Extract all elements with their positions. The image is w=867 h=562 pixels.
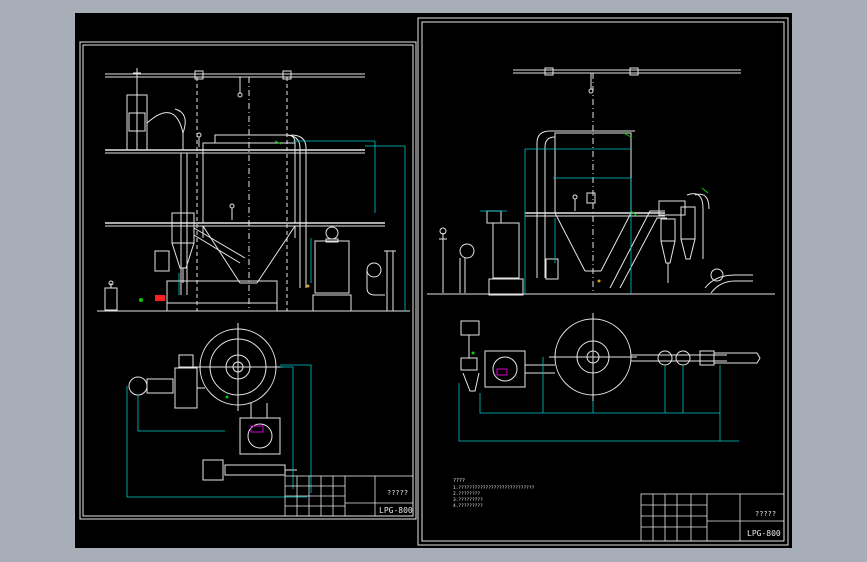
right-elevation-view [427,67,775,296]
cad-drawing: ????? LPG-800 ???? 1.???????????????????… [79,17,789,546]
notes-line-2: 2.???????? [453,491,480,497]
drawing-canvas: ????? LPG-800 ???? 1.???????????????????… [75,13,792,548]
left-plan-dimensions [126,364,312,498]
left-title-block-number: LPG-800 [379,506,413,515]
right-sheet: ???? 1.???????????????????????????? 2.??… [417,17,789,546]
left-elevation-view [97,68,410,312]
right-title-block-number: LPG-800 [747,529,781,538]
left-sheet: ????? LPG-800 [79,41,417,520]
left-title-block-name: ????? [387,489,408,497]
left-elevation-accents [139,140,310,302]
notes-line-3: 3.????????? [453,497,483,503]
right-plan-dimensions [458,357,739,442]
right-elevation-accents [597,132,709,283]
left-plan-view [128,323,297,481]
notes-line-4: 4.????????? [453,503,483,509]
right-plan-view [460,313,761,401]
notes-heading: ???? [453,478,465,484]
left-plan-accents [225,395,264,433]
right-title-block-name: ????? [755,510,776,518]
notes-line-1: 1.???????????????????????????? [453,485,535,491]
